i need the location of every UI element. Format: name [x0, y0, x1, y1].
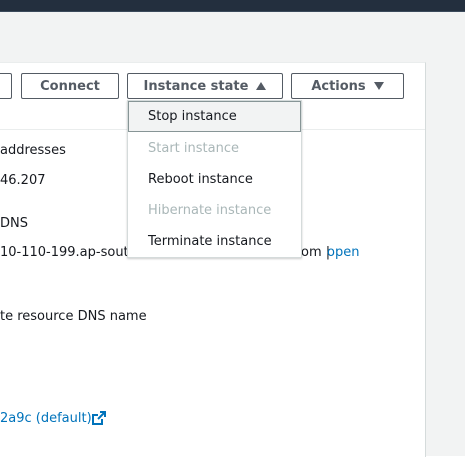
actions-button[interactable]: Actions	[291, 73, 404, 99]
caret-up-icon	[256, 82, 267, 90]
actions-button-label: Actions	[311, 78, 366, 94]
resource-dns-label: te resource DNS name	[0, 309, 147, 324]
menu-item-terminate-instance[interactable]: Terminate instance	[128, 226, 301, 257]
addresses-label: addresses	[0, 143, 66, 158]
ip-address-value: 46.207	[0, 173, 46, 188]
caret-down-icon	[373, 82, 384, 90]
connect-button-label: Connect	[40, 78, 100, 94]
menu-item-start-instance: Start instance	[148, 141, 239, 156]
dns-value: 10-110-199.ap-sout	[0, 245, 129, 260]
open-address-link[interactable]: open	[327, 245, 359, 260]
external-link-icon[interactable]	[91, 410, 107, 426]
partial-button[interactable]	[0, 73, 12, 99]
instance-state-button[interactable]: Instance state	[127, 73, 283, 99]
dns-value-end: om |	[301, 245, 331, 260]
menu-item-hibernate-instance: Hibernate instance	[148, 203, 272, 218]
instance-state-button-label: Instance state	[143, 78, 249, 94]
dns-label: DNS	[0, 216, 28, 231]
instance-state-dropdown: Stop instance Start instance Reboot inst…	[127, 100, 302, 258]
connect-button[interactable]: Connect	[21, 73, 119, 99]
menu-item-stop-instance[interactable]: Stop instance	[128, 101, 301, 132]
console-header	[0, 0, 465, 11]
vpc-link[interactable]: 2a9c (default)	[0, 411, 92, 426]
menu-item-reboot-instance[interactable]: Reboot instance	[128, 164, 301, 195]
